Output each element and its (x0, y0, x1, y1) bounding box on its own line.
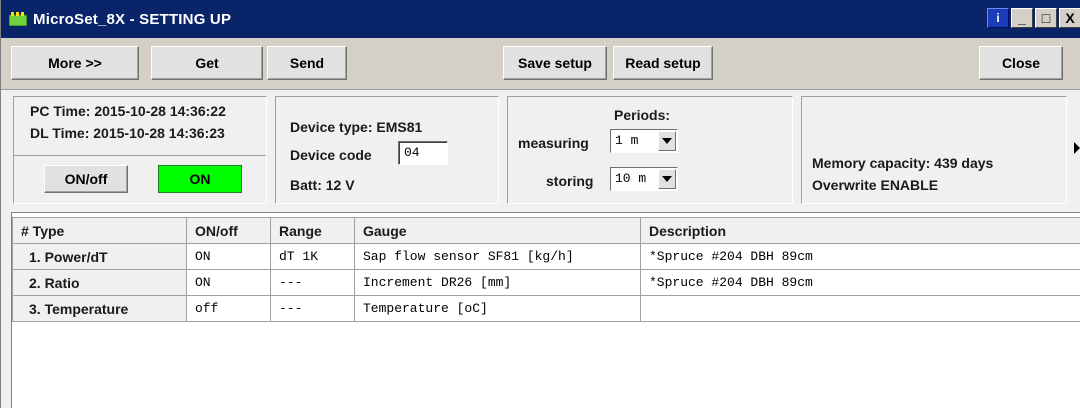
row-type[interactable]: 3. Temperature (12, 295, 187, 322)
row-range[interactable]: dT 1K (270, 243, 355, 270)
row-description[interactable]: *Spruce #204 DBH 89cm (640, 269, 1080, 296)
pc-time: PC Time: 2015-10-28 14:36:22 (30, 103, 226, 119)
device-panel: Device type: EMS81 Device code 04 Batt: … (275, 96, 499, 204)
col-header-gauge[interactable]: Gauge (354, 217, 641, 244)
save-setup-button[interactable]: Save setup (503, 46, 607, 80)
app-window: MicroSet_8X - SETTING UP i _ □ X More >>… (0, 0, 1080, 408)
chevron-down-icon[interactable] (658, 169, 676, 189)
minimize-button[interactable]: _ (1011, 8, 1033, 28)
close-button[interactable]: Close (979, 46, 1063, 80)
row-type[interactable]: 2. Ratio (12, 269, 187, 296)
read-setup-button[interactable]: Read setup (613, 46, 713, 80)
scroll-right-icon[interactable] (1074, 142, 1080, 154)
table-header-row: # Type ON/off Range Gauge Description (12, 217, 1080, 244)
close-window-button[interactable]: X (1059, 8, 1080, 28)
storing-label: storing (546, 173, 594, 189)
device-type: Device type: EMS81 (290, 119, 423, 135)
toolbar: More >> Get Send Save setup Read setup C… (1, 38, 1080, 90)
row-description[interactable]: *Spruce #204 DBH 89cm (640, 243, 1080, 270)
measuring-select[interactable]: 1 m (610, 129, 678, 153)
dl-time: DL Time: 2015-10-28 14:36:23 (30, 125, 225, 141)
chevron-down-icon[interactable] (658, 131, 676, 151)
periods-panel: Periods: measuring 1 m storing 10 m (507, 96, 793, 204)
send-button[interactable]: Send (267, 46, 347, 80)
col-header-onoff[interactable]: ON/off (186, 217, 271, 244)
row-onoff[interactable]: off (186, 295, 271, 322)
row-range[interactable]: --- (270, 269, 355, 296)
storing-select[interactable]: 10 m (610, 167, 678, 191)
onoff-button[interactable]: ON/off (44, 165, 128, 193)
window-title: MicroSet_8X - SETTING UP (33, 10, 232, 28)
overwrite-status: Overwrite ENABLE (812, 177, 939, 193)
table-row[interactable]: 1. Power/dT ON dT 1K Sap flow sensor SF8… (12, 243, 1080, 270)
table-row[interactable]: 2. Ratio ON --- Increment DR26 [mm] *Spr… (12, 269, 1080, 296)
app-icon (8, 12, 28, 27)
storing-value: 10 m (615, 171, 647, 186)
title-bar[interactable]: MicroSet_8X - SETTING UP i _ □ X (1, 0, 1080, 38)
table-row[interactable]: 3. Temperature off --- Temperature [oC] (12, 295, 1080, 322)
maximize-button[interactable]: □ (1035, 8, 1057, 28)
col-header-description[interactable]: Description (640, 217, 1080, 244)
status-indicator: ON (158, 165, 242, 193)
row-onoff[interactable]: ON (186, 269, 271, 296)
row-gauge[interactable]: Temperature [oC] (354, 295, 641, 322)
more-button[interactable]: More >> (11, 46, 139, 80)
measuring-value: 1 m (615, 133, 639, 148)
row-range[interactable]: --- (270, 295, 355, 322)
channel-grid: # Type ON/off Range Gauge Description 1.… (11, 212, 1080, 408)
info-icon[interactable]: i (987, 8, 1009, 28)
periods-title: Periods: (614, 107, 671, 123)
device-code-label: Device code (290, 147, 372, 163)
battery-voltage: Batt: 12 V (290, 177, 355, 193)
row-type[interactable]: 1. Power/dT (12, 243, 187, 270)
channel-table: # Type ON/off Range Gauge Description 1.… (12, 217, 1080, 322)
row-gauge[interactable]: Sap flow sensor SF81 [kg/h] (354, 243, 641, 270)
device-code-field[interactable]: 04 (398, 141, 448, 165)
time-panel: PC Time: 2015-10-28 14:36:22 DL Time: 20… (13, 96, 267, 204)
measuring-label: measuring (518, 135, 589, 151)
col-header-type[interactable]: # Type (12, 217, 187, 244)
row-gauge[interactable]: Increment DR26 [mm] (354, 269, 641, 296)
col-header-range[interactable]: Range (270, 217, 355, 244)
row-description[interactable] (640, 295, 1080, 322)
memory-capacity: Memory capacity: 439 days (812, 155, 994, 171)
memory-panel: Memory capacity: 439 days Overwrite ENAB… (801, 96, 1067, 204)
row-onoff[interactable]: ON (186, 243, 271, 270)
get-button[interactable]: Get (151, 46, 263, 80)
